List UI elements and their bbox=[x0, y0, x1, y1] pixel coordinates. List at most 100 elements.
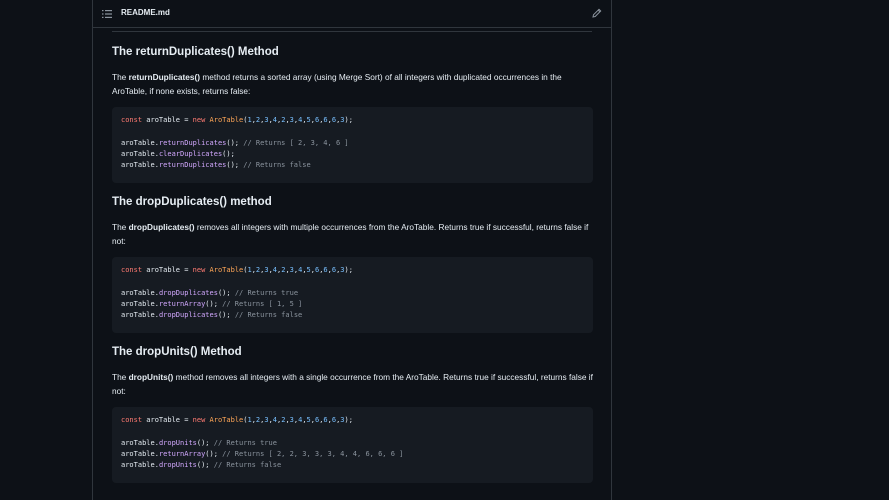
number: 6 bbox=[314, 266, 320, 274]
number: 1 bbox=[247, 116, 252, 124]
number: 3 bbox=[289, 116, 294, 124]
object: aroTable. bbox=[121, 288, 159, 297]
keyword: new bbox=[192, 116, 206, 124]
code-comment: // Returns true bbox=[234, 288, 299, 297]
number: 6 bbox=[314, 416, 320, 424]
number: 2 bbox=[255, 416, 261, 424]
number: 4 bbox=[298, 416, 303, 424]
number: 1 bbox=[247, 266, 252, 274]
method-call: returnDuplicates bbox=[158, 161, 227, 170]
drop-duplicates-code-block: const aroTable = new AroTable(1,2,3,4,2,… bbox=[112, 257, 593, 333]
object: aroTable. bbox=[121, 149, 159, 158]
code-line: const aroTable = new AroTable(1,2,3,4,2,… bbox=[121, 416, 353, 424]
code-line: aroTable.dropDuplicates(); // Returns tr… bbox=[121, 288, 584, 299]
number: 5 bbox=[306, 416, 311, 424]
punctuation: (); bbox=[217, 288, 235, 297]
number: 6 bbox=[323, 116, 328, 124]
list-icon[interactable] bbox=[102, 9, 112, 19]
keyword: const bbox=[121, 416, 143, 424]
return-duplicates-heading: The returnDuplicates() Method bbox=[112, 46, 279, 58]
punctuation: (); bbox=[196, 438, 214, 447]
number: 5 bbox=[306, 266, 311, 274]
code-line: const aroTable = new AroTable(1,2,3,4,2,… bbox=[121, 266, 353, 274]
code-line: aroTable.returnArray(); // Returns [ 2, … bbox=[121, 449, 584, 460]
number: 4 bbox=[272, 416, 277, 424]
number: 6 bbox=[331, 266, 337, 274]
punctuation: (); bbox=[205, 449, 223, 458]
code-line: aroTable.returnDuplicates(); // Returns … bbox=[121, 138, 584, 149]
number: 6 bbox=[323, 266, 328, 274]
code-comment: // Returns true bbox=[213, 438, 277, 447]
return-duplicates-code-block: const aroTable = new AroTable(1,2,3,4,2,… bbox=[112, 107, 593, 183]
code-line: aroTable.returnDuplicates(); // Returns … bbox=[121, 160, 584, 171]
class-name: AroTable bbox=[209, 116, 244, 124]
number: 4 bbox=[272, 116, 277, 124]
keyword: const bbox=[121, 116, 143, 124]
keyword: new bbox=[192, 416, 206, 424]
object: aroTable. bbox=[121, 299, 159, 308]
class-name: AroTable bbox=[209, 266, 244, 274]
code-line: aroTable.dropDuplicates(); // Returns fa… bbox=[121, 310, 584, 321]
number: 3 bbox=[264, 266, 269, 274]
text: The bbox=[112, 222, 129, 232]
variable: aroTable = bbox=[142, 116, 193, 124]
object: aroTable. bbox=[121, 311, 159, 320]
number: 3 bbox=[340, 266, 345, 274]
code-comment: // Returns false bbox=[243, 161, 311, 170]
number: 2 bbox=[281, 266, 286, 274]
number: 2 bbox=[281, 416, 286, 424]
code-line: aroTable.clearDuplicates(); bbox=[121, 149, 584, 160]
method-call: dropUnits bbox=[158, 461, 197, 470]
number: 2 bbox=[255, 266, 261, 274]
method-name: dropUnits() bbox=[128, 372, 174, 382]
punctuation: (); bbox=[217, 311, 235, 320]
number: 6 bbox=[314, 116, 320, 124]
file-name: README.md bbox=[121, 8, 170, 17]
code-comment: // Returns [ 2, 2, 3, 3, 3, 4, 4, 6, 6, … bbox=[222, 449, 404, 458]
code-line: aroTable.returnArray(); // Returns [ 1, … bbox=[121, 299, 584, 310]
variable: aroTable = bbox=[142, 266, 193, 274]
method-call: returnDuplicates bbox=[158, 138, 227, 147]
punctuation: (); bbox=[226, 161, 244, 170]
drop-duplicates-description: The dropDuplicates() removes all integer… bbox=[112, 220, 593, 248]
drop-units-heading: The dropUnits() Method bbox=[112, 346, 242, 358]
keyword: const bbox=[121, 266, 143, 274]
class-name: AroTable bbox=[209, 416, 244, 424]
return-duplicates-description: The returnDuplicates() method returns a … bbox=[112, 70, 593, 98]
number: 4 bbox=[298, 266, 303, 274]
number: 2 bbox=[255, 116, 261, 124]
code-line: aroTable.dropUnits(); // Returns false bbox=[121, 460, 584, 471]
text: The bbox=[112, 72, 129, 82]
method-call: dropDuplicates bbox=[158, 288, 218, 297]
method-call: clearDuplicates bbox=[158, 149, 223, 158]
number: 6 bbox=[331, 116, 337, 124]
number: 3 bbox=[264, 116, 269, 124]
number: 4 bbox=[298, 116, 303, 124]
variable: aroTable = bbox=[142, 416, 193, 424]
text: method removes all integers with a singl… bbox=[112, 372, 593, 396]
drop-units-code-block: const aroTable = new AroTable(1,2,3,4,2,… bbox=[112, 407, 593, 483]
object: aroTable. bbox=[121, 161, 159, 170]
text: The bbox=[112, 372, 129, 382]
code-line: const aroTable = new AroTable(1,2,3,4,2,… bbox=[121, 116, 353, 124]
method-call: returnArray bbox=[158, 449, 206, 458]
keyword: new bbox=[192, 266, 206, 274]
pencil-icon[interactable] bbox=[592, 8, 602, 18]
number: 3 bbox=[340, 116, 345, 124]
punctuation: (); bbox=[222, 149, 235, 158]
code-comment: // Returns [ 2, 3, 4, 6 ] bbox=[243, 138, 349, 147]
number: 6 bbox=[323, 416, 328, 424]
number: 5 bbox=[306, 116, 311, 124]
number: 6 bbox=[331, 416, 337, 424]
punctuation: (); bbox=[196, 461, 214, 470]
object: aroTable. bbox=[121, 438, 159, 447]
code-comment: // Returns false bbox=[213, 461, 282, 470]
punctuation: (); bbox=[205, 299, 223, 308]
readme-panel: README.md The returnDuplicates() Method T… bbox=[92, 0, 612, 500]
number: 3 bbox=[264, 416, 269, 424]
number: 3 bbox=[289, 266, 294, 274]
number: 4 bbox=[272, 266, 277, 274]
object: aroTable. bbox=[121, 138, 159, 147]
object: aroTable. bbox=[121, 449, 159, 458]
